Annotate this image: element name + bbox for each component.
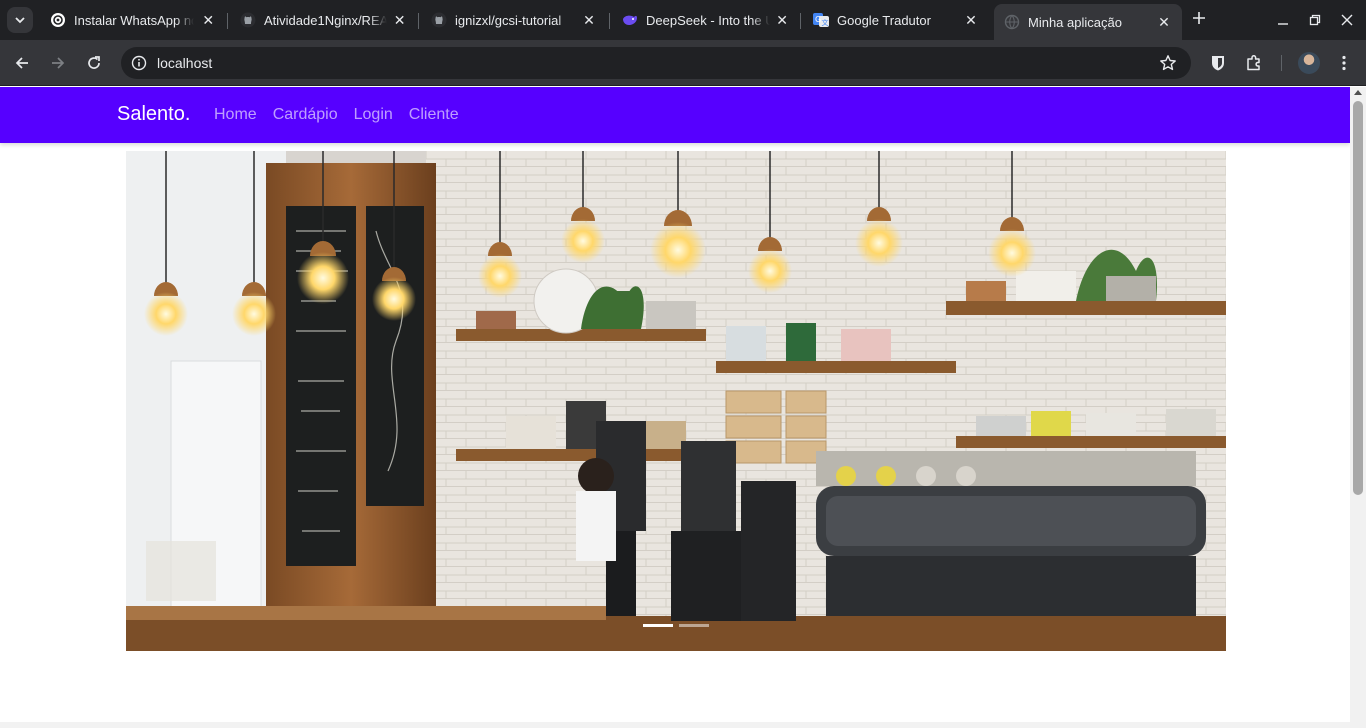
deepseek-icon bbox=[622, 12, 638, 28]
github-icon bbox=[240, 12, 256, 28]
extensions-button[interactable] bbox=[1243, 52, 1265, 74]
tab-0[interactable]: Instalar WhatsApp no ✕ bbox=[40, 4, 226, 36]
carousel-indicator-2[interactable] bbox=[679, 624, 709, 627]
minimize-button[interactable] bbox=[1273, 10, 1293, 30]
tab-5-active[interactable]: Minha aplicação ✕ bbox=[994, 4, 1182, 40]
restore-icon bbox=[1309, 14, 1321, 26]
site-brand[interactable]: Salento. bbox=[117, 103, 190, 126]
github-icon bbox=[431, 12, 447, 28]
browser-tab-strip: Instalar WhatsApp no ✕ Atividade1Nginx/R… bbox=[0, 0, 1366, 40]
hero-carousel[interactable] bbox=[126, 151, 1226, 651]
tab-1[interactable]: Atividade1Nginx/README ✕ bbox=[230, 4, 416, 36]
tab-title: DeepSeek - Into the Unknown bbox=[646, 12, 771, 28]
window-close-button[interactable] bbox=[1337, 10, 1357, 30]
close-icon[interactable]: ✕ bbox=[1156, 14, 1172, 30]
nav-links: Home Cardápio Login Cliente bbox=[214, 106, 459, 124]
close-icon[interactable]: ✕ bbox=[581, 12, 597, 28]
restore-button[interactable] bbox=[1305, 10, 1325, 30]
scrollbar-thumb[interactable] bbox=[1353, 101, 1363, 495]
forward-button[interactable] bbox=[46, 51, 70, 75]
close-icon bbox=[1341, 14, 1353, 26]
carousel-indicator-1[interactable] bbox=[643, 624, 673, 627]
arrow-right-icon bbox=[52, 57, 65, 69]
tab-search-button[interactable] bbox=[7, 7, 33, 33]
new-tab-button[interactable] bbox=[1188, 9, 1210, 31]
more-vertical-icon bbox=[1342, 55, 1346, 71]
close-icon[interactable]: ✕ bbox=[393, 12, 406, 28]
toolbar-divider bbox=[1281, 55, 1282, 71]
profile-avatar[interactable] bbox=[1298, 52, 1320, 74]
shield-icon bbox=[1212, 56, 1224, 71]
extension-shield-button[interactable] bbox=[1207, 52, 1229, 74]
info-icon[interactable] bbox=[131, 55, 147, 71]
google-translate-icon: G文 bbox=[813, 12, 829, 28]
tab-title: Minha aplicação bbox=[1028, 14, 1122, 30]
reload-icon bbox=[88, 56, 100, 69]
nav-link-home[interactable]: Home bbox=[214, 106, 257, 124]
tab-divider bbox=[800, 13, 801, 29]
minimize-icon bbox=[1278, 23, 1288, 25]
browser-toolbar: localhost bbox=[0, 40, 1366, 86]
browser-menu-button[interactable] bbox=[1333, 52, 1355, 74]
chevron-down-icon bbox=[15, 17, 25, 24]
nav-link-login[interactable]: Login bbox=[354, 106, 393, 124]
carousel-indicators bbox=[126, 624, 1226, 627]
tab-divider bbox=[609, 13, 610, 29]
tab-divider bbox=[227, 13, 228, 29]
globe-icon bbox=[1004, 14, 1020, 30]
page-scrollbar[interactable] bbox=[1350, 87, 1366, 728]
site-navbar: Salento. Home Cardápio Login Cliente bbox=[0, 87, 1350, 143]
plus-icon bbox=[1193, 12, 1205, 24]
close-icon[interactable]: ✕ bbox=[963, 12, 979, 28]
tab-2[interactable]: ignizxl/gcsi-tutorial ✕ bbox=[421, 4, 607, 36]
openai-icon bbox=[50, 12, 66, 28]
tab-title: Atividade1Nginx/README bbox=[264, 12, 388, 28]
tab-title: ignizxl/gcsi-tutorial bbox=[455, 12, 562, 28]
tab-divider bbox=[418, 13, 419, 29]
page-viewport: Salento. Home Cardápio Login Cliente bbox=[0, 87, 1350, 728]
arrow-left-icon bbox=[15, 57, 28, 69]
url-text[interactable]: localhost bbox=[157, 55, 212, 71]
close-icon[interactable]: ✕ bbox=[776, 12, 788, 28]
tab-title: Instalar WhatsApp no bbox=[74, 12, 195, 28]
bookmark-star-icon[interactable] bbox=[1159, 54, 1177, 72]
cafe-interior-photo bbox=[126, 151, 1226, 651]
close-icon[interactable]: ✕ bbox=[200, 12, 216, 28]
tab-4[interactable]: G文 Google Tradutor ✕ bbox=[803, 4, 989, 36]
back-button[interactable] bbox=[10, 51, 34, 75]
svg-text:G: G bbox=[815, 15, 821, 24]
address-bar[interactable]: localhost bbox=[121, 47, 1191, 79]
tab-3[interactable]: DeepSeek - Into the Unknown ✕ bbox=[612, 4, 798, 36]
svg-text:文: 文 bbox=[822, 18, 829, 27]
scroll-up-arrow-icon[interactable] bbox=[1354, 90, 1362, 95]
tab-title: Google Tradutor bbox=[837, 12, 931, 28]
puzzle-icon bbox=[1247, 54, 1260, 71]
nav-link-cardapio[interactable]: Cardápio bbox=[273, 106, 338, 124]
page-bottom-edge bbox=[0, 722, 1350, 728]
reload-button[interactable] bbox=[82, 51, 106, 75]
nav-link-cliente[interactable]: Cliente bbox=[409, 106, 459, 124]
